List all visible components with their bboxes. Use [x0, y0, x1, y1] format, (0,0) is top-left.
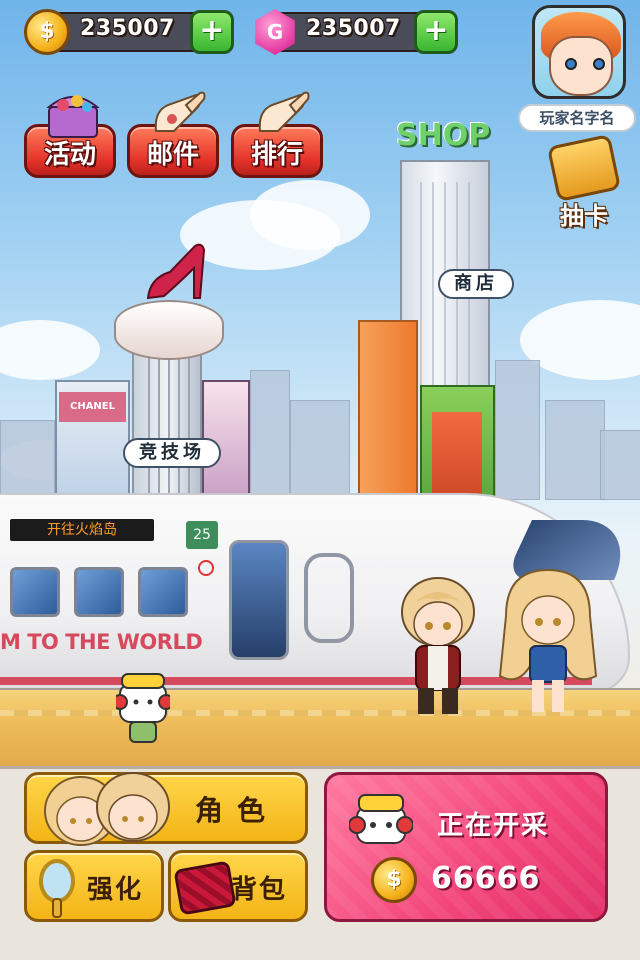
background-building	[250, 370, 290, 500]
background-building	[600, 430, 640, 500]
male-character[interactable]	[388, 572, 488, 718]
chanel-sign: CHANEL	[59, 392, 126, 422]
chanel-store: CHANEL	[55, 380, 130, 505]
mining-title: 正在开采	[437, 811, 550, 841]
background-building	[545, 400, 605, 500]
enhance-button[interactable]: 强化	[24, 850, 164, 922]
cloud	[0, 320, 100, 380]
gold-coin-icon: $	[371, 857, 417, 903]
train-window	[138, 567, 188, 617]
enhance-label: 强化	[87, 875, 144, 905]
arena-tag[interactable]: 竞技场	[123, 438, 221, 468]
gold-value: 235007	[80, 16, 175, 41]
mining-robot-icon	[349, 794, 413, 844]
avatar-eye	[593, 58, 605, 70]
arena-tower[interactable]	[132, 345, 202, 505]
activity-label: 活动	[43, 140, 96, 170]
gacha-label: 抽卡	[560, 202, 608, 230]
train-destination: 开往火焰岛	[10, 519, 154, 541]
role-button[interactable]: 角色	[24, 772, 308, 846]
handbag-icon	[173, 860, 237, 916]
female-character[interactable]	[496, 566, 600, 716]
add-gold-button[interactable]: +	[190, 10, 234, 54]
train-window	[74, 567, 124, 617]
player-name: 玩家名字名	[518, 104, 636, 132]
train-door	[229, 540, 289, 660]
player-avatar[interactable]	[532, 5, 626, 99]
train-slogan: M TO THE WORLD	[0, 630, 203, 654]
shop-sign: SHOP	[396, 118, 491, 153]
mining-robot[interactable]	[116, 668, 170, 748]
gold-coin-icon: $	[24, 9, 70, 55]
bag-label: 背包	[231, 875, 288, 905]
character-portraits-icon	[44, 772, 170, 846]
gacha-button[interactable]: 抽卡	[546, 133, 622, 230]
background-building	[0, 420, 55, 500]
activity-button[interactable]: 活动	[24, 95, 116, 178]
shop-tag[interactable]: 商店	[438, 269, 514, 299]
mining-value: 66666	[431, 861, 541, 896]
no-smoking-icon	[198, 560, 214, 576]
ranking-label: 排行	[250, 140, 303, 170]
cloud	[250, 180, 370, 250]
train-number: 25	[186, 521, 218, 549]
background-building	[495, 360, 540, 500]
mirror-icon	[39, 859, 75, 918]
high-heel-icon	[146, 243, 206, 300]
role-label: 角色	[195, 794, 280, 827]
gacha-chest-icon	[546, 133, 622, 203]
train-door-frame	[304, 553, 354, 643]
background-building	[290, 400, 350, 500]
bag-button[interactable]: 背包	[168, 850, 308, 922]
mail-button[interactable]: 邮件	[127, 91, 219, 178]
mail-label: 邮件	[146, 140, 199, 170]
ranking-button[interactable]: 排行	[231, 91, 323, 178]
avatar-eye	[565, 58, 577, 70]
rooftop-billboard	[114, 300, 224, 360]
mining-panel[interactable]: 正在开采 $ 66666	[324, 772, 608, 922]
add-gem-button[interactable]: +	[414, 10, 458, 54]
gem-value: 235007	[306, 16, 401, 41]
train-window	[10, 567, 60, 617]
